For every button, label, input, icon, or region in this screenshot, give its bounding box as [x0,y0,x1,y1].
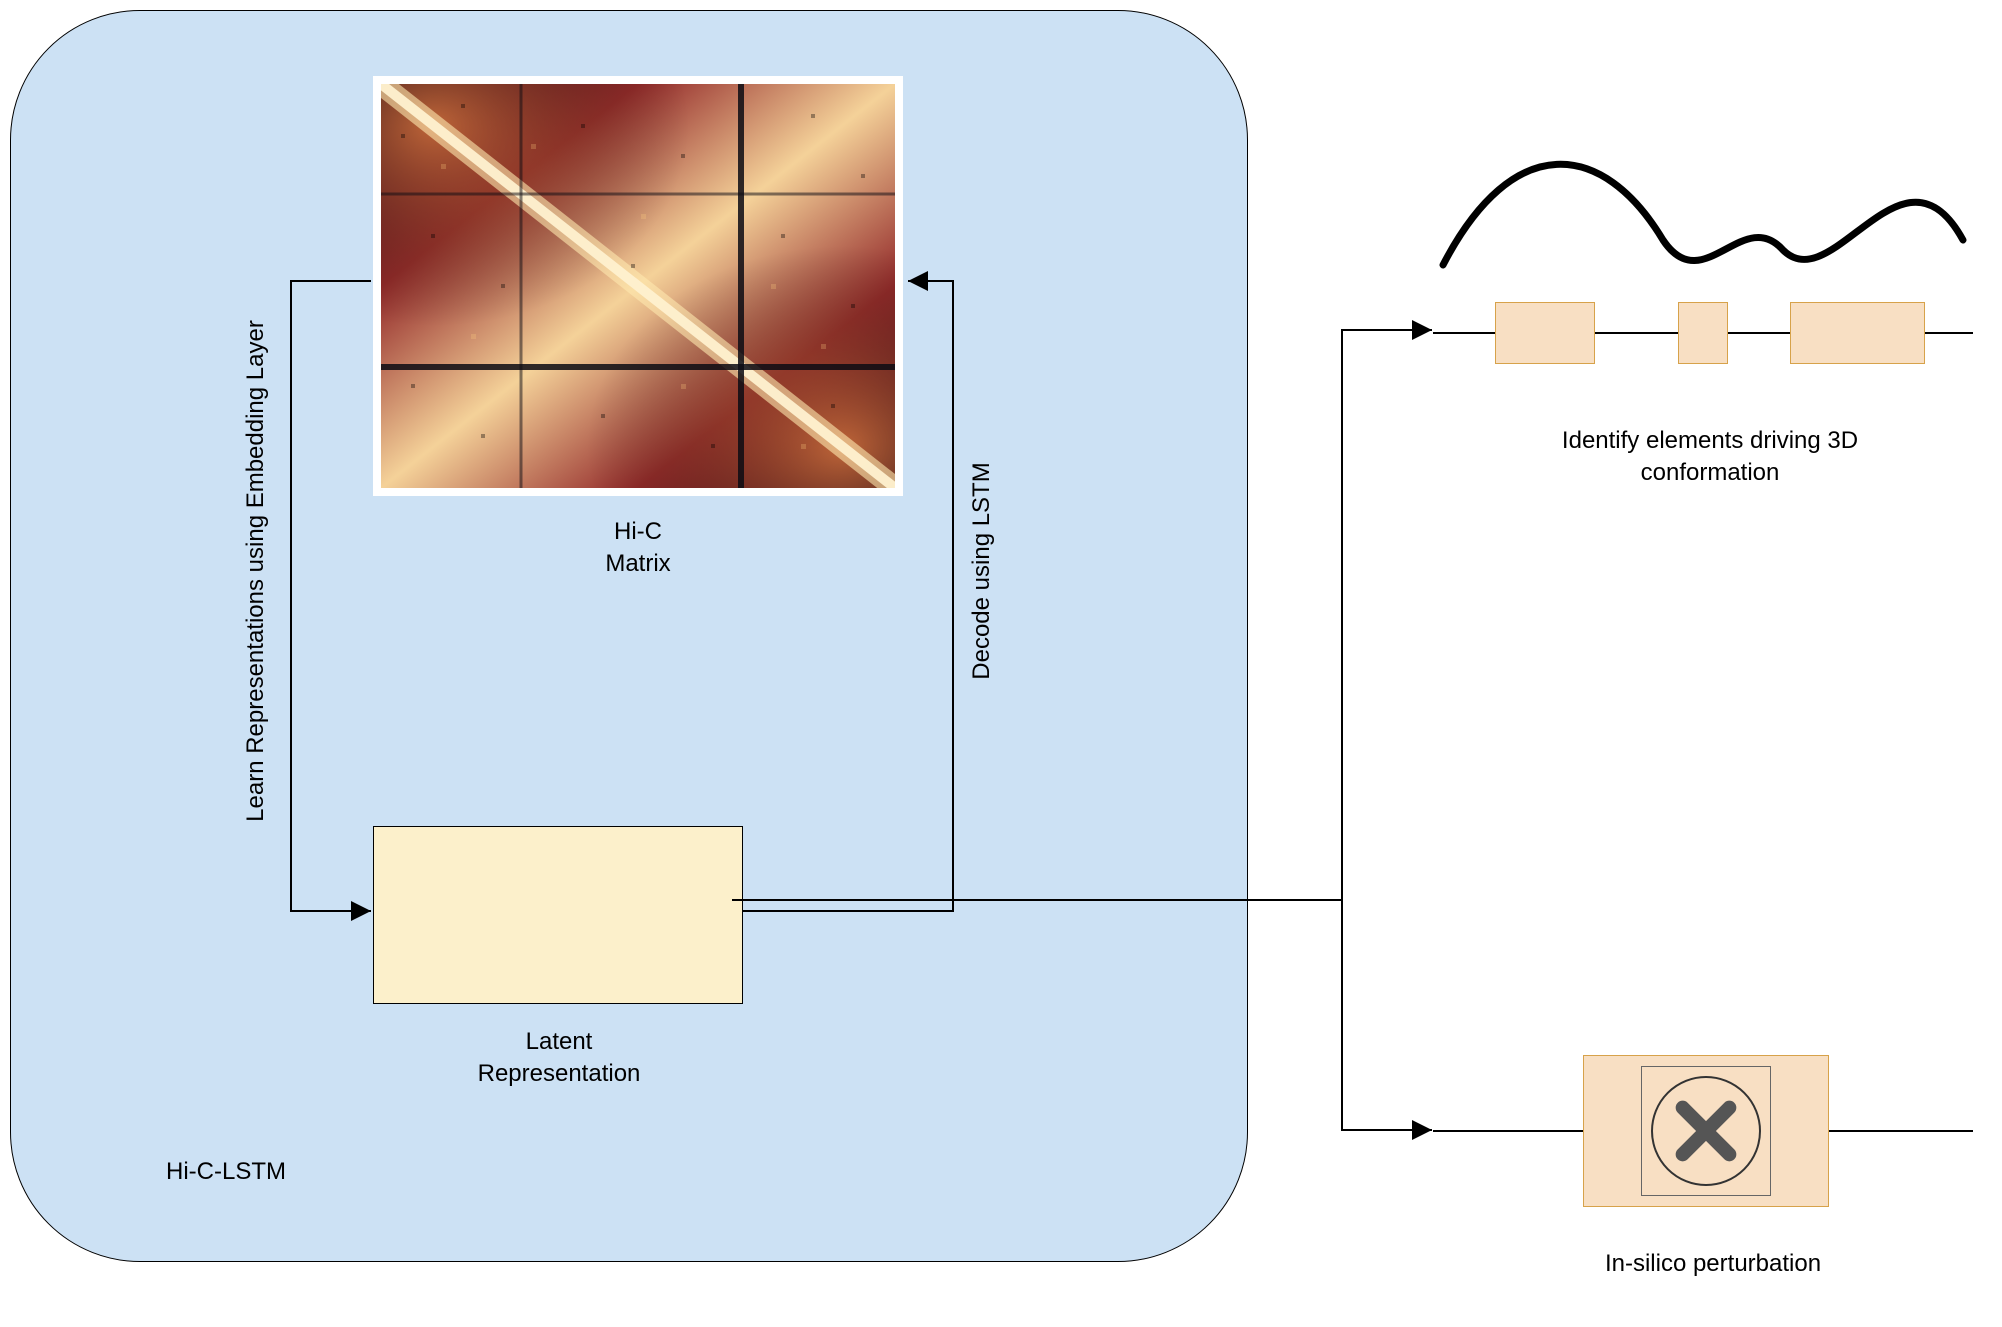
latent-label: Latent Representation [459,1026,659,1091]
element-box-1 [1495,302,1595,364]
signal-curve [1433,150,1973,280]
element-box-3 [1790,302,1925,364]
arrow-learn [276,281,386,921]
knockout-icon [1651,1076,1761,1186]
latent-representation-box [373,826,743,1004]
embedding-arrow-label: Learn Representations using Embedding La… [242,320,270,822]
hic-matrix-label: Hi-C Matrix [538,516,738,581]
element-box-2 [1678,302,1728,364]
knockout-box [1583,1055,1829,1207]
insilico-output-label: In-silico perturbation [1563,1248,1863,1280]
elements-output-label: Identify elements driving 3D conformatio… [1530,425,1890,490]
model-name-label: Hi-C-LSTM [166,1156,366,1188]
arrow-outputs [732,290,1492,1140]
